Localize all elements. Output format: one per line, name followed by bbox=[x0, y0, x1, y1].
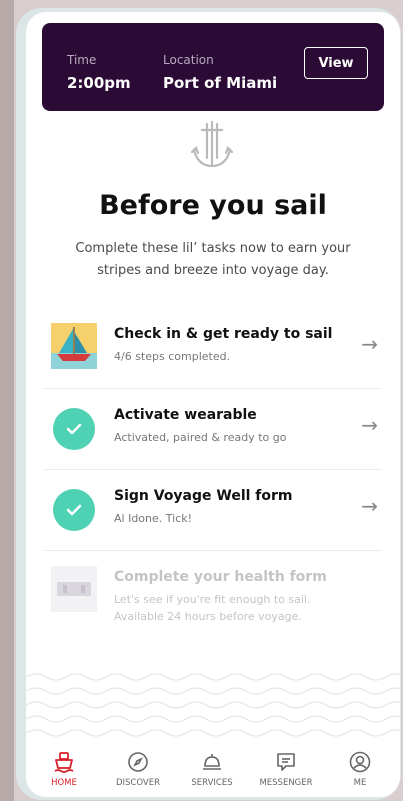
bell-icon bbox=[203, 754, 221, 770]
task-list: Check in & get ready to sail 4/6 steps c… bbox=[44, 308, 382, 651]
task-title: Check in & get ready to sail bbox=[114, 326, 333, 342]
task-subtitle: Activated, paired & ready to go bbox=[114, 431, 287, 444]
location-block: Location Port of Miami bbox=[163, 53, 277, 92]
arrow-right-icon: → bbox=[361, 494, 378, 518]
check-icon bbox=[53, 489, 95, 531]
task-subtitle: Let's see if you're fit enough to sail. … bbox=[114, 593, 311, 623]
nav-label: DISCOVER bbox=[115, 778, 160, 788]
arrow-right-icon: → bbox=[361, 332, 378, 356]
time-label: Time bbox=[67, 53, 97, 67]
health-form-icon bbox=[51, 566, 97, 612]
location-value: Port of Miami bbox=[163, 74, 278, 92]
check-icon-wrap bbox=[53, 408, 99, 454]
compass-icon bbox=[128, 752, 148, 772]
app-screen: Time 2:00pm Location Port of Miami View … bbox=[26, 12, 400, 797]
check-icon-wrap bbox=[53, 489, 99, 535]
page-subtitle: Complete these lil’ tasks now to earn yo… bbox=[75, 241, 351, 278]
chat-icon bbox=[277, 753, 295, 771]
task-subtitle: 4/6 steps completed. bbox=[114, 350, 231, 363]
nav-me[interactable]: ME bbox=[323, 750, 397, 788]
task-sign-voyage-well[interactable]: Sign Voyage Well form Al Idone. Tick! → bbox=[44, 470, 382, 551]
user-icon bbox=[349, 751, 371, 773]
view-button[interactable]: View bbox=[304, 47, 368, 79]
check-icon bbox=[53, 408, 95, 450]
location-label: Location bbox=[163, 53, 214, 67]
task-title: Complete your health form bbox=[114, 569, 327, 585]
task-title: Sign Voyage Well form bbox=[114, 488, 293, 504]
nav-home[interactable]: HOME bbox=[27, 750, 101, 788]
task-check-in[interactable]: Check in & get ready to sail 4/6 steps c… bbox=[44, 308, 382, 389]
wave-decoration bbox=[26, 673, 400, 737]
task-activate-wearable[interactable]: Activate wearable Activated, paired & re… bbox=[44, 389, 382, 470]
nav-label: ME bbox=[353, 778, 367, 788]
anchor-icon bbox=[190, 120, 234, 168]
nav-label: HOME bbox=[51, 778, 77, 788]
nav-messenger[interactable]: MESSENGER bbox=[249, 750, 323, 788]
arrow-right-icon: → bbox=[361, 413, 378, 437]
time-block: Time 2:00pm bbox=[67, 53, 131, 92]
ship-icon bbox=[54, 752, 74, 773]
nav-services[interactable]: SERVICES bbox=[175, 750, 249, 788]
nav-discover[interactable]: DISCOVER bbox=[101, 750, 175, 788]
task-title: Activate wearable bbox=[114, 407, 257, 423]
background-strip bbox=[0, 0, 14, 801]
page-title: Before you sail bbox=[99, 190, 327, 221]
voyage-header: Time 2:00pm Location Port of Miami View bbox=[42, 23, 384, 111]
time-value: 2:00pm bbox=[67, 74, 131, 92]
nav-label: SERVICES bbox=[191, 778, 233, 788]
bottom-nav: HOME DISCOVER SERVICES MESSENGER ME bbox=[26, 742, 400, 797]
task-health-form: Complete your health form Let's see if y… bbox=[44, 551, 382, 651]
task-subtitle: Al Idone. Tick! bbox=[114, 512, 193, 525]
nav-label: MESSENGER bbox=[259, 778, 313, 788]
sailboat-icon bbox=[51, 323, 97, 369]
